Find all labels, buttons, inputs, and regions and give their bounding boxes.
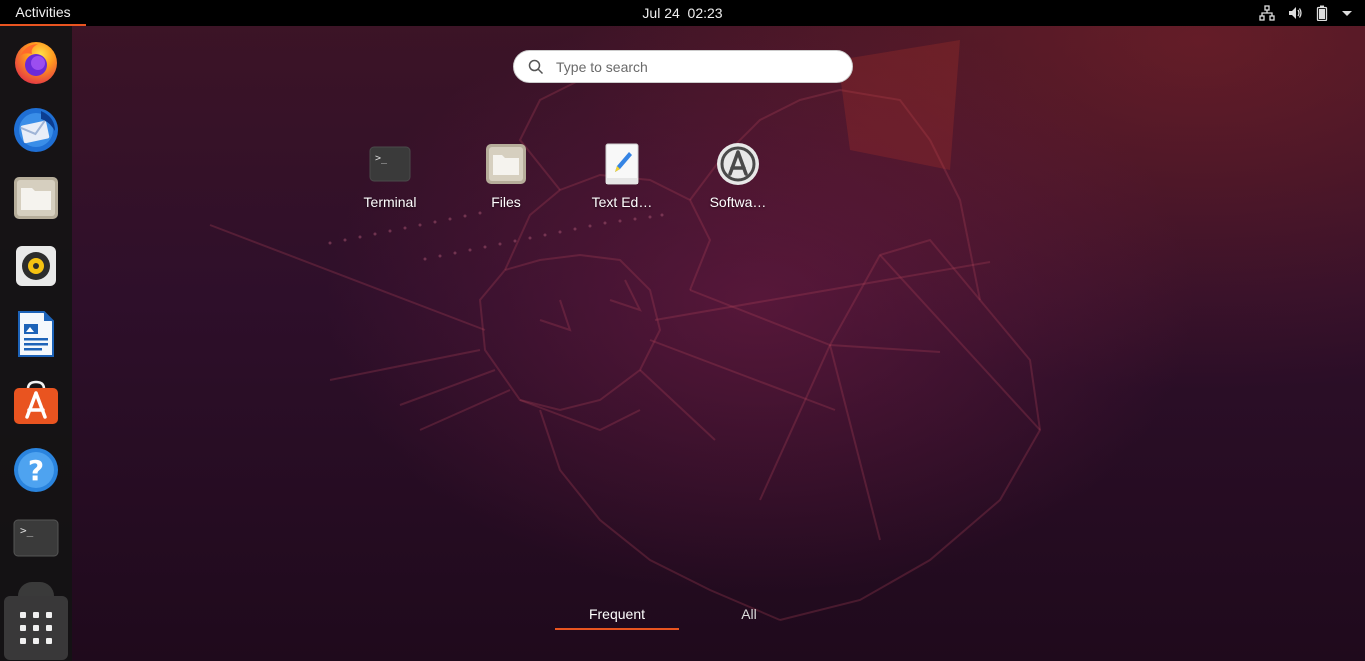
dock-item-rhythmbox[interactable] (8, 238, 64, 294)
network-icon (1259, 5, 1275, 21)
clock-button[interactable]: Jul 24 02:23 (642, 5, 722, 21)
app-files[interactable]: Files (448, 140, 564, 220)
dock-item-files[interactable] (8, 170, 64, 226)
search-icon (528, 59, 544, 74)
desktop: Activities Jul 24 02:23 ? >_ Type to sea… (0, 0, 1365, 661)
system-tray[interactable] (1259, 0, 1353, 26)
clock: Jul 24 02:23 (0, 0, 1365, 26)
battery-icon (1315, 5, 1329, 21)
activities-button[interactable]: Activities (0, 0, 86, 26)
tab-all[interactable]: All (712, 600, 786, 628)
dock-item-terminal[interactable]: >_ (8, 510, 64, 566)
tab-frequent-label: Frequent (588, 606, 646, 622)
svg-text:>_: >_ (20, 524, 34, 537)
tab-frequent[interactable]: Frequent (555, 600, 679, 630)
app-software-updater[interactable]: Softwa… (680, 140, 796, 220)
search-box[interactable] (513, 50, 853, 83)
software-updater-icon (717, 143, 759, 185)
software-center-icon (14, 380, 58, 424)
files-icon (486, 144, 526, 184)
dock-item-writer[interactable] (8, 306, 64, 362)
grid-icon (20, 612, 52, 644)
terminal-icon: >_ (369, 146, 411, 182)
dock-item-software[interactable] (8, 374, 64, 430)
dock: ? >_ (0, 26, 72, 661)
text-editor-icon (605, 143, 639, 185)
app-terminal[interactable]: >_ Terminal (332, 140, 448, 220)
date-label: Jul 24 (642, 5, 680, 21)
dock-item-firefox[interactable] (8, 34, 64, 90)
rhythmbox-icon (16, 246, 56, 286)
dock-item-help[interactable]: ? (8, 442, 64, 498)
thunderbird-icon (14, 108, 58, 152)
firefox-icon (15, 42, 57, 84)
app-label: Softwa… (709, 194, 767, 210)
system-menu-arrow-icon (1341, 5, 1353, 21)
dock-item-thunderbird[interactable] (8, 102, 64, 158)
terminal-icon: >_ (13, 519, 59, 557)
svg-text:?: ? (28, 454, 44, 487)
volume-icon (1287, 5, 1303, 21)
search-input[interactable] (554, 57, 818, 76)
app-text-editor[interactable]: Text Ed… (564, 140, 680, 220)
app-label: Files (491, 194, 521, 210)
writer-icon (18, 311, 54, 357)
app-label: Text Ed… (591, 194, 653, 210)
activities-label: Activities (15, 4, 71, 20)
app-label: Terminal (363, 194, 417, 210)
time-label: 02:23 (687, 5, 723, 21)
help-icon: ? (14, 448, 58, 492)
dock-overflow-item (18, 582, 54, 596)
tab-all-label: All (741, 606, 757, 622)
wallpaper-art (209, 40, 1042, 621)
svg-text:>_: >_ (375, 153, 388, 164)
files-icon (14, 177, 58, 219)
show-applications-button[interactable] (4, 596, 68, 660)
top-bar: Activities Jul 24 02:23 (0, 0, 1365, 26)
